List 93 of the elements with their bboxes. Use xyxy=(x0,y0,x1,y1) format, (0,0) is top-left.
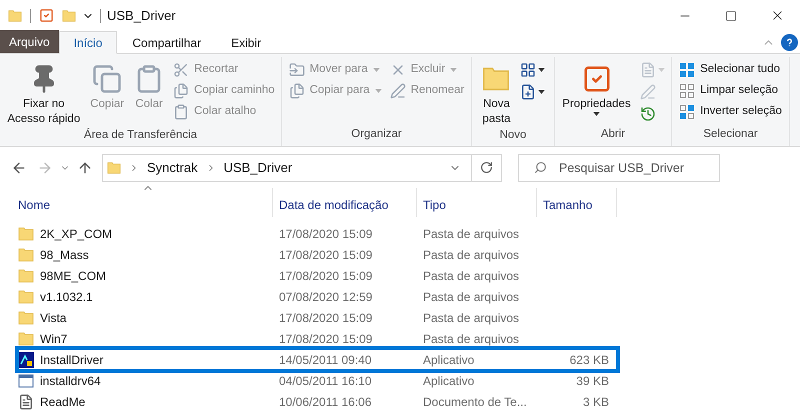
rename-icon xyxy=(390,82,406,99)
type-cell-text: Aplicativo xyxy=(422,372,476,390)
group-label: Novo xyxy=(500,128,526,144)
caret-icon xyxy=(538,90,545,94)
file-name[interactable]: Vista xyxy=(40,308,66,326)
file-name[interactable]: v1.1032.1 xyxy=(40,288,93,306)
file-name[interactable]: 2K_XP_COM xyxy=(40,224,112,242)
open-icon xyxy=(640,62,656,78)
column-header[interactable]: Nome xyxy=(12,188,273,217)
file-name[interactable]: InstallDriver xyxy=(40,350,104,368)
refresh-icon[interactable] xyxy=(480,161,493,174)
address-bar[interactable]: Synctrak USB_Driver xyxy=(102,154,502,182)
type-cell-text: Aplicativo xyxy=(422,352,476,368)
folder-icon xyxy=(18,226,34,242)
file-name[interactable]: 98ME_COM xyxy=(40,266,106,284)
file-name[interactable]: Win7 xyxy=(40,330,68,348)
type-cell-text: Pasta de arquivos xyxy=(422,246,520,264)
folder-icon xyxy=(18,246,34,262)
file-name[interactable]: installdrv64 xyxy=(40,372,101,390)
copy-icon xyxy=(92,64,122,94)
size-cell-text: 39 KB xyxy=(576,372,609,390)
edit-icon xyxy=(640,84,656,100)
invert-selection-icon xyxy=(679,104,696,120)
search-field[interactable]: Pesquisar USB_Driver xyxy=(518,154,720,182)
size-cell-text: 3 KB xyxy=(582,394,609,410)
ribbon-button[interactable]: Propriedades xyxy=(559,59,634,116)
type-cell-text: Documento de Te... xyxy=(422,394,528,410)
scissors-icon xyxy=(173,62,190,78)
ribbon-button[interactable]: Selecionar tudo xyxy=(677,59,784,80)
date-cell-text: 14/05/2011 09:40 xyxy=(278,352,373,368)
date-cell-text: 17/08/2020 15:09 xyxy=(278,226,374,242)
caret-icon xyxy=(658,68,665,72)
folder-icon xyxy=(18,268,34,284)
properties-icon xyxy=(582,64,612,94)
group-label: Organizar xyxy=(351,127,402,142)
type-cell-text: Pasta de arquivos xyxy=(422,288,520,306)
date-cell-text: 10/06/2011 16:06 xyxy=(278,394,373,410)
type-cell-text: Pasta de arquivos xyxy=(422,226,520,242)
group-label: Abrir xyxy=(600,127,626,142)
folder-icon xyxy=(18,310,34,326)
type-cell-text: Pasta de arquivos xyxy=(422,268,520,284)
document-icon xyxy=(18,394,34,410)
file-name[interactable]: ReadMe xyxy=(40,392,86,410)
folder-icon xyxy=(18,330,34,346)
select-all-icon xyxy=(679,62,696,78)
column-header[interactable]: Data de modificação xyxy=(273,188,417,217)
type-cell-text: Pasta de arquivos xyxy=(422,310,520,326)
ribbon-tab[interactable]: Compartilhar xyxy=(117,31,216,54)
group-label: Área de Transferência xyxy=(84,127,198,144)
column-header[interactable]: Tamanho xyxy=(537,188,617,217)
caret-icon xyxy=(593,112,600,116)
history-icon xyxy=(640,106,656,122)
window-title: USB_Driver xyxy=(107,6,176,25)
ribbon-button[interactable]: Inverter seleção xyxy=(677,101,784,122)
caret-icon xyxy=(374,88,382,93)
properties-icon[interactable] xyxy=(39,8,54,24)
app-icon xyxy=(18,372,34,388)
move-icon xyxy=(288,62,305,78)
ribbon-button[interactable]: Nova pasta xyxy=(479,59,514,128)
file-name[interactable]: 98_Mass xyxy=(40,246,89,264)
folder-icon xyxy=(18,288,34,304)
column-header[interactable]: Tipo xyxy=(417,188,537,217)
caret-icon xyxy=(450,68,458,72)
folder-icon xyxy=(107,160,121,176)
group-label: Selecionar xyxy=(703,127,758,142)
type-cell-text: Pasta de arquivos xyxy=(422,330,520,348)
ribbon-tab[interactable]: Início xyxy=(58,31,118,54)
caret-icon xyxy=(538,68,545,72)
help-icon[interactable] xyxy=(781,34,798,52)
date-cell-text: 17/08/2020 15:09 xyxy=(278,268,374,284)
back-icon[interactable] xyxy=(11,160,27,176)
date-cell-text: 17/08/2020 15:09 xyxy=(278,310,374,326)
date-cell-text: 17/08/2020 15:09 xyxy=(278,246,374,264)
select-none-icon xyxy=(679,82,696,99)
date-cell-text: 17/08/2020 15:09 xyxy=(278,330,374,348)
file-tab[interactable]: Arquivo xyxy=(0,30,59,54)
new-file-icon xyxy=(520,84,536,100)
up-icon[interactable] xyxy=(77,160,93,176)
size-cell-text: 623 KB xyxy=(570,352,609,368)
ribbon-button[interactable]: Fixar no Acesso rápido xyxy=(4,59,84,128)
installer-icon xyxy=(18,352,34,368)
breadcrumb[interactable]: Synctrak xyxy=(147,158,198,178)
date-cell-text: 04/05/2011 16:10 xyxy=(278,372,373,390)
folder-icon xyxy=(8,8,22,24)
date-cell-text: 07/08/2020 12:59 xyxy=(278,288,374,306)
maximize-icon[interactable] xyxy=(725,10,737,22)
search-icon xyxy=(534,160,547,174)
folder-icon xyxy=(62,8,76,24)
caret-icon xyxy=(372,68,380,72)
copy-icon xyxy=(288,82,305,99)
breadcrumb[interactable]: USB_Driver xyxy=(224,158,292,178)
ribbon-button[interactable]: Limpar seleção xyxy=(677,80,784,102)
ribbon-tab[interactable]: Exibir xyxy=(216,31,276,54)
